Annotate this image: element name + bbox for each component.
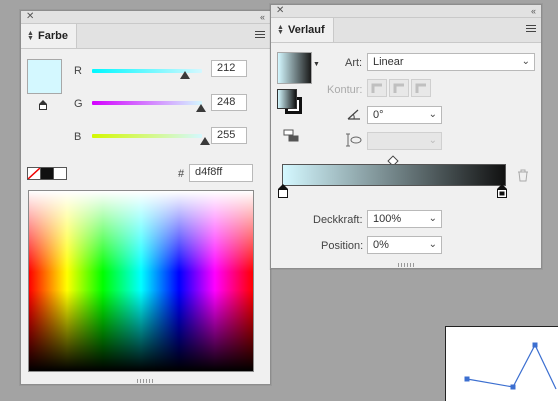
out-of-web-color-icon[interactable]	[39, 100, 47, 110]
gradient-stop-left[interactable]	[278, 184, 288, 198]
kontur-button-3[interactable]	[411, 79, 431, 97]
deckkraft-dropdown-value: 100%	[373, 213, 402, 225]
selected-path[interactable]	[446, 327, 558, 401]
verlauf-tabrow: ▲ ▼ Verlauf	[271, 18, 541, 43]
position-dropdown[interactable]: 0% ⌄	[367, 236, 442, 254]
gradient-preview-swatch[interactable]	[277, 52, 312, 84]
verlauf-resize-grip[interactable]	[398, 263, 414, 267]
chevron-down-icon: ⌄	[521, 56, 530, 67]
hex-hash-label: #	[178, 168, 185, 180]
channel-r-field[interactable]: 212	[211, 60, 247, 77]
tab-farbe[interactable]: ▲ ▼ Farbe	[21, 24, 77, 48]
anchor-point	[532, 342, 538, 348]
position-label: Position:	[321, 240, 364, 252]
chevron-down-icon: ⌄	[428, 213, 437, 224]
collapse-icon[interactable]: ‹‹	[260, 11, 265, 23]
panel-menu-icon[interactable]	[255, 31, 265, 40]
color-swatch[interactable]	[27, 59, 62, 94]
angle-dropdown[interactable]: 0° ⌄	[367, 106, 442, 124]
tab-farbe-label: Farbe	[38, 30, 68, 42]
farbe-panel: ✕ ‹‹ ▲ ▼ Farbe R 212 G 248 B 255 # d4f8ff	[20, 10, 271, 385]
close-icon[interactable]: ✕	[276, 5, 284, 17]
channel-g-field[interactable]: 248	[211, 94, 247, 111]
art-label: Art:	[345, 57, 363, 69]
kontur-buttons	[367, 79, 433, 97]
angle-icon	[347, 108, 361, 120]
anchor-point	[510, 384, 516, 390]
tab-verlauf-label: Verlauf	[288, 24, 325, 36]
channel-b-slider[interactable]	[92, 134, 202, 138]
farbe-tabrow: ▲ ▼ Farbe	[21, 24, 270, 49]
tab-arrows-icon: ▲ ▼	[27, 30, 34, 42]
artboard[interactable]	[445, 326, 558, 401]
aspect-ratio-dropdown[interactable]: ⌄	[367, 132, 442, 150]
fill-swatch[interactable]	[277, 89, 297, 109]
deckkraft-label: Deckkraft:	[313, 214, 363, 226]
tab-arrows-icon: ▲ ▼	[277, 24, 284, 36]
close-icon[interactable]: ✕	[26, 11, 34, 23]
anchor-point	[464, 376, 470, 382]
channel-g-slider[interactable]	[92, 101, 202, 105]
kontur-button-1[interactable]	[367, 79, 387, 97]
tab-verlauf[interactable]: ▲ ▼ Verlauf	[271, 18, 334, 42]
channel-b-thumb[interactable]	[200, 137, 210, 145]
white-swatch[interactable]	[53, 167, 67, 180]
verlauf-titlebar[interactable]: ✕ ‹‹	[271, 5, 541, 18]
art-dropdown[interactable]: Linear ⌄	[367, 53, 535, 71]
gradient-slider-bar[interactable]	[282, 164, 506, 186]
gradient-stop-right[interactable]	[497, 184, 507, 198]
panel-menu-icon[interactable]	[526, 25, 536, 34]
channel-b-label: B	[74, 131, 82, 143]
black-swatch[interactable]	[40, 167, 54, 180]
verlauf-panel: ✕ ‹‹ ▲ ▼ Verlauf ▼ Art: Linear ⌄ Kontur: …	[270, 4, 542, 269]
farbe-titlebar[interactable]: ✕ ‹‹	[21, 11, 270, 24]
color-spectrum[interactable]	[28, 190, 254, 372]
kontur-label: Kontur:	[327, 84, 363, 96]
farbe-resize-grip[interactable]	[137, 379, 153, 383]
chevron-down-icon: ⌄	[428, 135, 437, 146]
deckkraft-dropdown[interactable]: 100% ⌄	[367, 210, 442, 228]
channel-r-thumb[interactable]	[180, 71, 190, 79]
none-swatch[interactable]	[27, 167, 41, 180]
fill-stroke-widget[interactable]	[277, 89, 307, 119]
art-dropdown-value: Linear	[373, 56, 404, 68]
position-dropdown-value: 0%	[373, 239, 389, 251]
reverse-gradient-icon[interactable]	[283, 129, 299, 143]
channel-g-thumb[interactable]	[196, 104, 206, 112]
channel-b-field[interactable]: 255	[211, 127, 247, 144]
chevron-down-icon: ⌄	[428, 109, 437, 120]
angle-dropdown-value: 0°	[373, 109, 384, 121]
channel-r-label: R	[74, 65, 82, 77]
collapse-icon[interactable]: ‹‹	[531, 5, 536, 17]
aspect-ratio-icon	[346, 133, 362, 147]
channel-g-label: G	[74, 98, 83, 110]
kontur-button-2[interactable]	[389, 79, 409, 97]
gradient-preset-dropdown-icon[interactable]: ▼	[313, 61, 320, 68]
hex-field[interactable]: d4f8ff	[189, 164, 253, 182]
chevron-down-icon: ⌄	[428, 239, 437, 250]
trash-icon[interactable]	[517, 169, 529, 182]
